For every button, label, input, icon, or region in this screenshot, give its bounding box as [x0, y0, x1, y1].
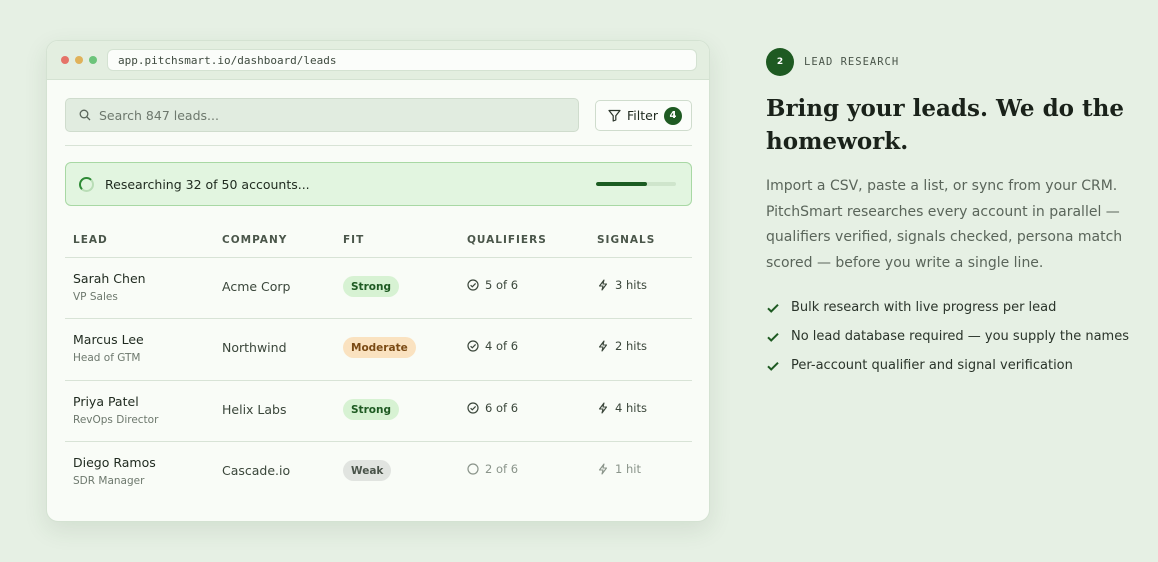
signals-cell: 2 hits: [597, 339, 647, 353]
row-divider: [65, 441, 692, 442]
lead-name: Priya Patel: [73, 394, 139, 409]
lead-company: Acme Corp: [222, 279, 291, 294]
search-icon: [79, 109, 91, 121]
col-header-fit[interactable]: FIT: [343, 234, 364, 246]
feature-bullet-text: No lead database required — you supply t…: [791, 329, 1129, 344]
row-divider: [65, 318, 692, 319]
browser-titlebar: app.pitchsmart.io/dashboard/leads: [47, 41, 709, 80]
progress-fill: [596, 182, 648, 186]
signals-value: 4 hits: [615, 401, 647, 415]
lead-role: VP Sales: [73, 291, 118, 303]
signals-value: 2 hits: [615, 339, 647, 353]
col-header-signals[interactable]: SIGNALS: [597, 234, 655, 246]
qualifiers-value: 2 of 6: [485, 462, 519, 476]
close-dot[interactable]: [61, 56, 69, 64]
check-circle-icon: [467, 402, 479, 414]
signals-cell: 3 hits: [597, 278, 647, 292]
app-window: app.pitchsmart.io/dashboard/leads Search…: [46, 40, 710, 522]
filter-icon: [608, 109, 621, 122]
maximize-dot[interactable]: [89, 56, 97, 64]
lightning-icon: [598, 463, 608, 475]
progress-bar: [596, 182, 676, 186]
qualifiers-value: 4 of 6: [485, 339, 519, 353]
empty-circle-icon: [467, 463, 479, 475]
step-label: LEAD RESEARCH: [804, 56, 900, 68]
minimize-dot[interactable]: [75, 56, 83, 64]
feature-bullet-list: Bulk research with live progress per lea…: [766, 293, 1136, 380]
lead-name: Marcus Lee: [73, 332, 144, 347]
feature-bullet: Per-account qualifier and signal verific…: [766, 351, 1136, 380]
address-bar[interactable]: app.pitchsmart.io/dashboard/leads: [107, 49, 697, 71]
lead-name: Diego Ramos: [73, 455, 156, 470]
col-header-lead[interactable]: LEAD: [73, 234, 108, 246]
fit-badge: Weak: [343, 460, 392, 481]
fit-badge: Moderate: [343, 337, 416, 358]
signals-cell: 4 hits: [597, 401, 647, 415]
row-divider: [65, 257, 692, 258]
lead-role: Head of GTM: [73, 352, 141, 364]
progress-text: Researching 32 of 50 accounts...: [105, 176, 310, 192]
lead-role: SDR Manager: [73, 475, 145, 487]
feature-bullet-text: Bulk research with live progress per lea…: [791, 300, 1057, 315]
feature-bullet: No lead database required — you supply t…: [766, 322, 1136, 351]
research-progress: Researching 32 of 50 accounts...: [65, 162, 692, 206]
feature-headline: Bring your leads. We do the homework.: [766, 95, 1124, 155]
signals-cell: 1 hit: [597, 462, 641, 476]
checkmark-icon: [767, 361, 779, 371]
qualifiers-cell: 6 of 6: [467, 401, 518, 415]
qualifiers-cell: 5 of 6: [467, 278, 518, 292]
lead-name: Sarah Chen: [73, 271, 146, 286]
lead-role: RevOps Director: [73, 414, 159, 426]
qualifiers-cell: 4 of 6: [467, 339, 518, 353]
col-header-company[interactable]: COMPANY: [222, 234, 287, 246]
table-row[interactable]: Marcus Lee Head of GTM Northwind Moderat…: [65, 318, 692, 379]
lightning-icon: [598, 279, 608, 291]
table-row[interactable]: Diego Ramos SDR Manager Cascade.io Weak …: [65, 441, 692, 502]
filter-label: Filter: [627, 108, 658, 123]
lead-company: Cascade.io: [222, 463, 291, 478]
check-circle-icon: [467, 279, 479, 291]
qualifiers-value: 5 of 6: [485, 278, 519, 292]
signals-value: 1 hit: [615, 462, 641, 476]
table-row[interactable]: Priya Patel RevOps Director Helix Labs S…: [65, 380, 692, 441]
feature-bullet-text: Per-account qualifier and signal verific…: [791, 358, 1073, 373]
lead-company: Helix Labs: [222, 402, 287, 417]
search-input[interactable]: Search 847 leads...: [65, 98, 579, 132]
checkmark-icon: [767, 332, 779, 342]
qualifiers-cell: 2 of 6: [467, 462, 518, 476]
lightning-icon: [598, 340, 608, 352]
spinner-icon: [79, 176, 94, 192]
divider: [65, 145, 692, 146]
checkmark-icon: [767, 303, 779, 313]
filter-button[interactable]: Filter 4: [595, 100, 692, 131]
step-number-badge: 2: [766, 48, 794, 76]
row-divider: [65, 380, 692, 381]
fit-badge: Strong: [343, 399, 399, 420]
table-row[interactable]: Sarah Chen VP Sales Acme Corp Strong 5 o…: [65, 257, 692, 318]
check-circle-icon: [467, 340, 479, 352]
feature-description: Import a CSV, paste a list, or sync from…: [766, 178, 1123, 271]
qualifiers-value: 6 of 6: [485, 401, 519, 415]
search-placeholder: Search 847 leads...: [99, 107, 219, 123]
signals-value: 3 hits: [615, 278, 647, 292]
fit-badge: Strong: [343, 276, 399, 297]
lightning-icon: [598, 402, 608, 414]
feature-bullet: Bulk research with live progress per lea…: [766, 293, 1136, 322]
col-header-qualifiers[interactable]: QUALIFIERS: [467, 234, 547, 246]
lead-company: Northwind: [222, 340, 287, 355]
filter-count-badge: 4: [663, 106, 682, 125]
